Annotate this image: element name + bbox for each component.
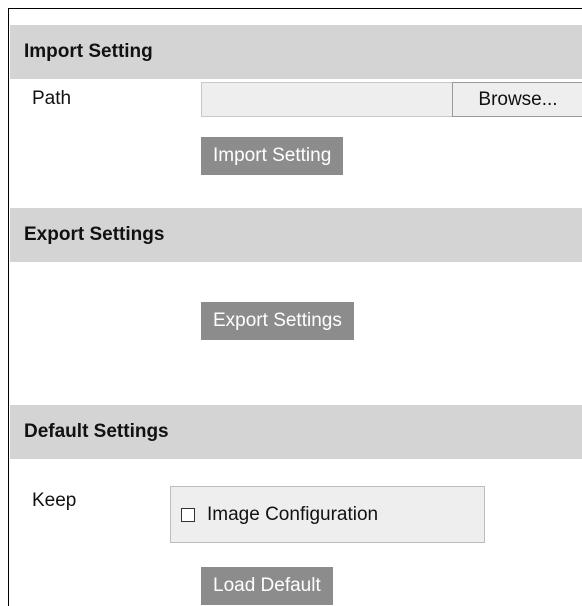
export-settings-title: Export Settings <box>24 224 165 245</box>
export-settings-button-label: Export Settings <box>213 310 342 331</box>
import-setting-button[interactable]: Import Setting <box>201 137 344 175</box>
browse-button[interactable]: Browse... <box>452 82 582 117</box>
import-setting-button-label: Import Setting <box>213 145 332 166</box>
export-settings-header: Export Settings <box>10 208 582 262</box>
load-default-button[interactable]: Load Default <box>201 567 333 605</box>
path-input[interactable] <box>201 82 453 117</box>
image-configuration-option[interactable]: Image Configuration <box>181 487 378 542</box>
image-configuration-checkbox[interactable] <box>181 507 195 522</box>
load-default-button-label: Load Default <box>213 575 321 596</box>
export-settings-button[interactable]: Export Settings <box>201 302 354 340</box>
default-settings-header: Default Settings <box>10 405 582 459</box>
default-settings-title: Default Settings <box>24 421 169 442</box>
import-setting-title: Import Setting <box>24 41 153 62</box>
browse-button-label: Browse... <box>478 88 558 110</box>
keep-options-box: Image Configuration <box>170 486 485 543</box>
import-setting-header: Import Setting <box>10 25 582 79</box>
keep-label: Keep <box>32 490 77 511</box>
settings-panel: Import Setting Path Browse... Import Set… <box>8 8 582 606</box>
path-label: Path <box>32 88 72 109</box>
image-configuration-label: Image Configuration <box>207 503 379 525</box>
